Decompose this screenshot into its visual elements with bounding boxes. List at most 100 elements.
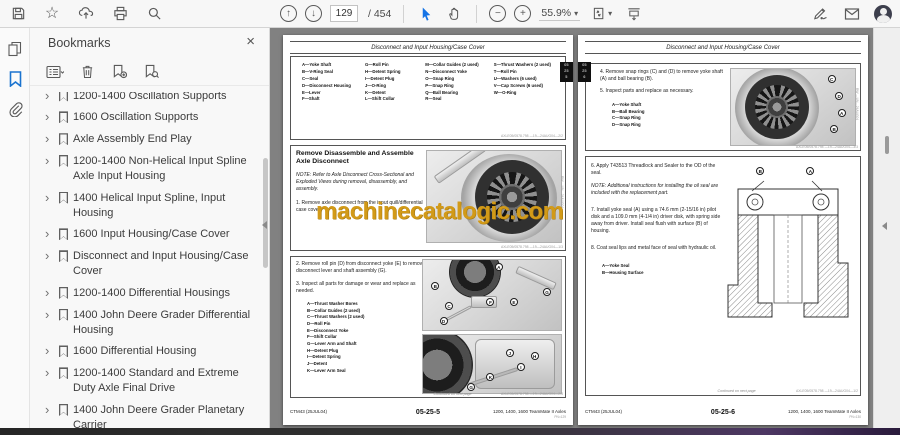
bookmark-item[interactable]: › 1600 Oscillation Supports [30, 107, 261, 129]
bookmark-item[interactable]: › 1200-1400 Non-Helical Input Spline Axle… [30, 151, 261, 188]
bookmark-item-label: Axle Assembly End Play [73, 133, 192, 146]
bookmark-item[interactable]: › 1400 John Deere Grader Differential Hou… [30, 304, 261, 341]
scrollbar-thumb[interactable] [885, 136, 889, 154]
next-page-icon[interactable]: ↓ [305, 5, 322, 22]
bookmark-options-icon[interactable] [46, 63, 64, 81]
panel-scrollbar-thumb[interactable] [263, 158, 268, 268]
bookmark-item[interactable]: › 1200-1400 Oscillation Supports [30, 92, 261, 107]
chevron-right-icon[interactable]: › [45, 307, 54, 322]
page-running-header: Disconnect and Input Housing/Case Cover [290, 41, 566, 54]
page-running-header: Disconnect and Input Housing/Case Cover [585, 41, 861, 54]
page-total-label: / 454 [368, 7, 392, 20]
parts-list-entry: C—Thrust Washers (2 used) [307, 314, 365, 320]
callout-circle: C [827, 75, 836, 84]
step-text: 7. Install yoke seal (A) using a 74.6 mm… [591, 207, 721, 234]
chevron-right-icon[interactable]: › [45, 344, 54, 358]
bookmark-item[interactable]: › 1400 Helical Input Spline, Input Housin… [30, 187, 261, 224]
callout-circle: A [837, 108, 846, 117]
add-bookmark-icon[interactable] [110, 63, 128, 81]
bookmark-item[interactable]: › 1400 John Deere Grader Planetary Carrie… [30, 400, 261, 429]
close-icon[interactable]: × [246, 33, 255, 50]
delete-bookmark-icon[interactable] [78, 63, 96, 81]
toolbar-separator [476, 4, 478, 23]
bookmark-item-label: 1400 John Deere Grader Planetary Carrier [73, 404, 245, 428]
bookmark-item[interactable]: › 1200-1400 Differential Housings [30, 282, 261, 304]
bookmarks-panel-icon[interactable] [0, 64, 30, 94]
chevron-right-icon[interactable]: › [45, 132, 54, 146]
callout-circle: G [467, 382, 476, 391]
chevron-right-icon[interactable]: › [45, 154, 54, 168]
page-thumbnails-icon[interactable] [0, 34, 30, 64]
section-tab-line: 6 [583, 75, 586, 80]
legend-entry: C—Seal [301, 75, 319, 81]
legend-column: S—Thrust Washers (2 used) T—Roll Pin U—W… [494, 62, 551, 96]
bookmark-icon [59, 309, 68, 321]
find-bookmark-icon[interactable] [142, 63, 160, 81]
chevron-right-icon[interactable]: › [45, 403, 54, 417]
zoom-level-dropdown[interactable]: 55.9% ▾ [539, 6, 581, 21]
pdf-page-right: Disconnect and Input Housing/Case Cover … [578, 35, 868, 425]
chevron-right-icon[interactable]: › [45, 110, 54, 124]
bookmark-icon [59, 133, 68, 145]
section-tab: 05 25 5 [560, 62, 573, 82]
save-icon[interactable] [8, 4, 28, 24]
step-text: 3. Inspect all parts for damage or wear … [296, 281, 416, 294]
bookmark-item[interactable]: › Axle Assembly End Play [30, 129, 261, 151]
scrolling-mode-icon[interactable] [624, 4, 644, 24]
hand-tool-icon[interactable] [444, 4, 464, 24]
figure-ref: AXLE05/0578.798 —19—24AUG04—1/3 [500, 245, 563, 249]
callout-circle: I [516, 362, 525, 371]
parts-list-entry: C—Snap Ring [612, 115, 641, 121]
select-tool-icon[interactable] [416, 4, 436, 24]
account-avatar[interactable] [874, 4, 892, 23]
chevron-right-icon[interactable]: › [45, 92, 54, 103]
parts-list-entry: D—Roll Pin [307, 320, 331, 326]
photo-yoke-bearing: C D A B [730, 68, 856, 146]
parts-list: A—Yoke Shaft B—Ball Bearing C—Snap Ring … [612, 102, 644, 129]
legend-entry: L—Shift Collar [364, 96, 395, 102]
zoom-in-icon[interactable]: + [514, 5, 532, 22]
print-icon[interactable] [110, 4, 130, 24]
hub-shape [766, 96, 788, 118]
step-text: 5. Inspect parts and replace as necessar… [600, 88, 694, 94]
expand-tools-icon[interactable] [882, 222, 887, 230]
photo-exploded-parts: A B C D F E G [422, 259, 562, 331]
parts-list-entry: G—Lever Arm and Shaft [307, 340, 357, 346]
search-icon[interactable] [144, 4, 164, 24]
bookmarks-list: › 1200-1400 Oscillation Supports › 1600 Os… [30, 92, 261, 428]
bookmark-item-label: 1200-1400 Oscillation Supports [73, 92, 227, 102]
email-icon[interactable] [842, 4, 862, 24]
bookmark-item[interactable]: › 1600 Input Housing/Case Cover [30, 224, 261, 246]
parts-list-entry: E—Disconnect Yoke [307, 327, 349, 333]
section-box: 4. Remove snap rings (C) and (D) to remo… [585, 63, 861, 151]
legend-box: A—Yoke Shaft B—V-Ring Seal C—Seal D—Disc… [290, 56, 566, 140]
bookmark-item[interactable]: › Disconnect and Input Housing/Case Cover [30, 246, 261, 283]
legend-entry: M—Collar Guides (2 used) [425, 62, 479, 67]
acrobat-window: ☆ ↑ ↓ / 454 − + [0, 0, 900, 435]
fit-page-dropdown[interactable]: ▾ [588, 4, 616, 24]
bookmark-icon [59, 111, 68, 123]
bookmarks-panel-header: Bookmarks × [30, 28, 269, 58]
zoom-out-icon[interactable]: − [489, 5, 507, 22]
previous-page-icon[interactable]: ↑ [280, 5, 297, 22]
legend-column: M—Collar Guides (2 used) N—Disconnect Yo… [425, 62, 478, 103]
fill-sign-icon[interactable] [810, 4, 830, 24]
bookmark-item[interactable]: › 1200-1400 Standard and Extreme Duty Axl… [30, 363, 261, 400]
chevron-right-icon[interactable]: › [45, 190, 54, 205]
legend-entry: D—Disconnect Housing [301, 82, 351, 88]
section-tab: 05 25 6 [578, 62, 591, 82]
document-scrollbar[interactable] [873, 28, 900, 428]
chevron-right-icon[interactable]: › [45, 285, 54, 300]
footer-manual-title: 1200, 1400, 1600 TeamMate II Axles [493, 409, 566, 414]
page-number-input[interactable] [330, 5, 358, 22]
callout-circle: C [445, 302, 454, 310]
collapse-panel-icon[interactable] [262, 221, 267, 229]
chevron-right-icon[interactable]: › [45, 227, 54, 241]
chevron-right-icon[interactable]: › [45, 249, 54, 263]
chevron-right-icon[interactable]: › [45, 366, 54, 380]
bookmark-item[interactable]: › 1600 Differential Housing [30, 341, 261, 363]
star-icon[interactable]: ☆ [42, 4, 62, 24]
attachments-icon[interactable] [0, 94, 30, 124]
step-text: 6. Apply T43513 Threadlock and Sealer to… [591, 163, 716, 176]
share-upload-icon[interactable] [76, 4, 96, 24]
